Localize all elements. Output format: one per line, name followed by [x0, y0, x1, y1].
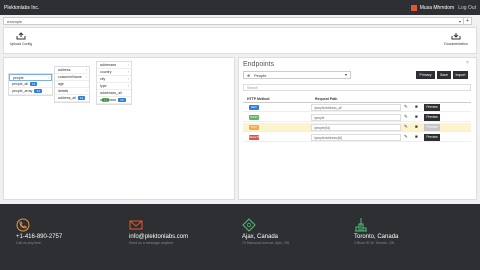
- count-badge: 14: [77, 96, 86, 100]
- edit-icon[interactable]: ✎: [404, 124, 408, 130]
- table-row: PUT /people/{id} ✎ ■ Preview: [243, 123, 471, 132]
- delete-icon[interactable]: ■: [415, 114, 418, 119]
- path-input[interactable]: /people/{id}: [311, 124, 401, 131]
- preview-button[interactable]: Preview: [424, 104, 440, 111]
- list-item[interactable]: address_all 14: [55, 95, 89, 102]
- chevron-down-icon: ▾: [344, 72, 347, 77]
- edit-icon[interactable]: ✎: [404, 134, 408, 140]
- table-row: DELETE /people/address/{id} ✎ ■ Preview: [243, 133, 471, 142]
- chevron-right-icon: ›: [127, 84, 129, 88]
- schema-column-1: people › people_all 14 people_array 14: [8, 73, 53, 96]
- primary-button[interactable]: Primary: [416, 71, 435, 79]
- table-header: HTTP Method Request Path: [243, 95, 471, 103]
- list-item[interactable]: people_array 14: [9, 88, 52, 95]
- documentation-label: Documentation: [444, 42, 468, 46]
- delete-icon[interactable]: ■: [415, 134, 418, 139]
- list-item[interactable]: addresses_all14: [97, 90, 131, 102]
- top-bar: Plektonlabs Inc. Musa Mhmdom Log Out: [0, 0, 480, 15]
- table-row: POST /people ✎ ■ Preview: [243, 113, 471, 122]
- delete-icon[interactable]: ■: [415, 104, 418, 109]
- chevron-right-icon: ›: [127, 63, 129, 67]
- method-badge: PUT: [249, 125, 259, 130]
- schema-column-3: addresses › country › city › type › addresse…: [96, 61, 132, 105]
- footer: +1-416-890-2757 Call us any time info@pl…: [0, 204, 480, 270]
- path-input[interactable]: /people/address_all: [311, 104, 401, 111]
- column-header-path: Request Path: [315, 97, 338, 101]
- logout-link[interactable]: Log Out: [458, 5, 476, 11]
- chevron-right-icon: ›: [127, 77, 129, 81]
- email-caption: Send us a message anytime: [129, 241, 174, 245]
- brand-name: Plektonlabs Inc.: [4, 4, 40, 11]
- footer-ajax: Ajax, Canada 70 Harwood Avenue, Ajax, ON: [242, 218, 352, 245]
- list-item[interactable]: people ›: [9, 74, 52, 81]
- method-badge: DELETE: [249, 135, 260, 140]
- path-input[interactable]: /people: [311, 114, 401, 121]
- list-item[interactable]: age: [55, 81, 89, 88]
- footer-phone: +1-416-890-2757 Call us any time: [16, 218, 126, 245]
- chevron-right-icon: ›: [127, 70, 129, 74]
- preview-button[interactable]: Preview: [424, 114, 440, 121]
- count-badge: 14: [29, 82, 38, 86]
- chevron-right-icon: ›: [85, 68, 87, 72]
- path-input[interactable]: /people/address/{id}: [311, 134, 401, 141]
- delete-icon[interactable]: ■: [415, 124, 418, 129]
- documentation-button[interactable]: Documentation: [441, 32, 471, 46]
- toolbar: Upload Config Documentation: [3, 27, 477, 54]
- method-badge: GET: [249, 105, 259, 110]
- edit-icon[interactable]: ✎: [404, 114, 408, 120]
- method-badge: POST: [249, 115, 259, 120]
- ajax-location: Ajax, Canada: [242, 234, 279, 240]
- chevron-down-icon[interactable]: ▾: [459, 19, 461, 24]
- download-icon: [451, 33, 461, 40]
- add-button[interactable]: +: [463, 17, 472, 25]
- schema-column-2: address › customerName › age details › addr…: [54, 66, 90, 103]
- chevron-right-icon: ›: [85, 75, 87, 79]
- list-item[interactable]: addresses ›: [97, 62, 131, 69]
- list-item[interactable]: addresses 10: [97, 97, 131, 104]
- map-pin-icon: [242, 218, 256, 232]
- ajax-address: 70 Harwood Avenue, Ajax, ON: [242, 241, 290, 245]
- save-button[interactable]: Save: [437, 71, 451, 79]
- phone-icon: [16, 218, 30, 232]
- footer-toronto: Toronto, Canada 2 Bloor St W, Toronto, O…: [354, 218, 464, 245]
- list-item[interactable]: people_all 14: [9, 81, 52, 88]
- email-address[interactable]: info@plektonlabs.com: [129, 234, 239, 240]
- list-item[interactable]: country ›: [97, 69, 131, 76]
- endpoints-panel: Endpoints × ⊕ People ▾ Primary Save Impo…: [238, 57, 477, 200]
- count-badge: 10: [118, 98, 126, 102]
- toronto-location: Toronto, Canada: [354, 234, 399, 240]
- preview-button[interactable]: Preview: [424, 124, 440, 131]
- upload-icon: [16, 32, 26, 40]
- close-icon[interactable]: ×: [466, 60, 469, 66]
- list-item[interactable]: city ›: [97, 76, 131, 83]
- endpoints-title: Endpoints: [243, 61, 275, 68]
- list-item[interactable]: type ›: [97, 83, 131, 90]
- collection-select[interactable]: ⊕ People ▾: [243, 71, 351, 79]
- upload-config-label: Upload Config: [9, 42, 33, 46]
- endpoint-search-input[interactable]: Search: [243, 84, 471, 91]
- upload-config-button[interactable]: Upload Config: [6, 32, 36, 46]
- count-badge: 14: [34, 89, 42, 93]
- column-header-method: HTTP Method: [247, 97, 270, 101]
- table-row: GET /people/address_all ✎ ■ Preview: [243, 103, 471, 112]
- search-value: example: [7, 19, 23, 24]
- list-item[interactable]: details ›: [55, 88, 89, 95]
- toronto-address: 2 Bloor St W, Toronto, ON: [354, 241, 395, 245]
- phone-number[interactable]: +1-416-890-2757: [16, 234, 126, 240]
- user-name[interactable]: Musa Mhmdom: [420, 5, 454, 11]
- preview-button[interactable]: Preview: [424, 134, 440, 141]
- phone-caption: Call us any time: [16, 241, 41, 245]
- import-button[interactable]: Import: [453, 71, 468, 79]
- list-item[interactable]: customerName ›: [55, 74, 89, 81]
- list-item[interactable]: address ›: [55, 67, 89, 74]
- edit-icon[interactable]: ✎: [404, 104, 408, 110]
- city-tower-icon: [355, 218, 367, 232]
- mail-icon: [129, 220, 143, 230]
- search-input[interactable]: example ▾: [3, 17, 470, 25]
- globe-icon: ⊕: [247, 73, 251, 78]
- avatar[interactable]: [410, 4, 417, 11]
- chevron-right-icon: ›: [85, 89, 87, 93]
- footer-email: info@plektonlabs.com Send us a message a…: [129, 218, 239, 245]
- schema-panel: people › people_all 14 people_array 14 addr…: [3, 57, 235, 200]
